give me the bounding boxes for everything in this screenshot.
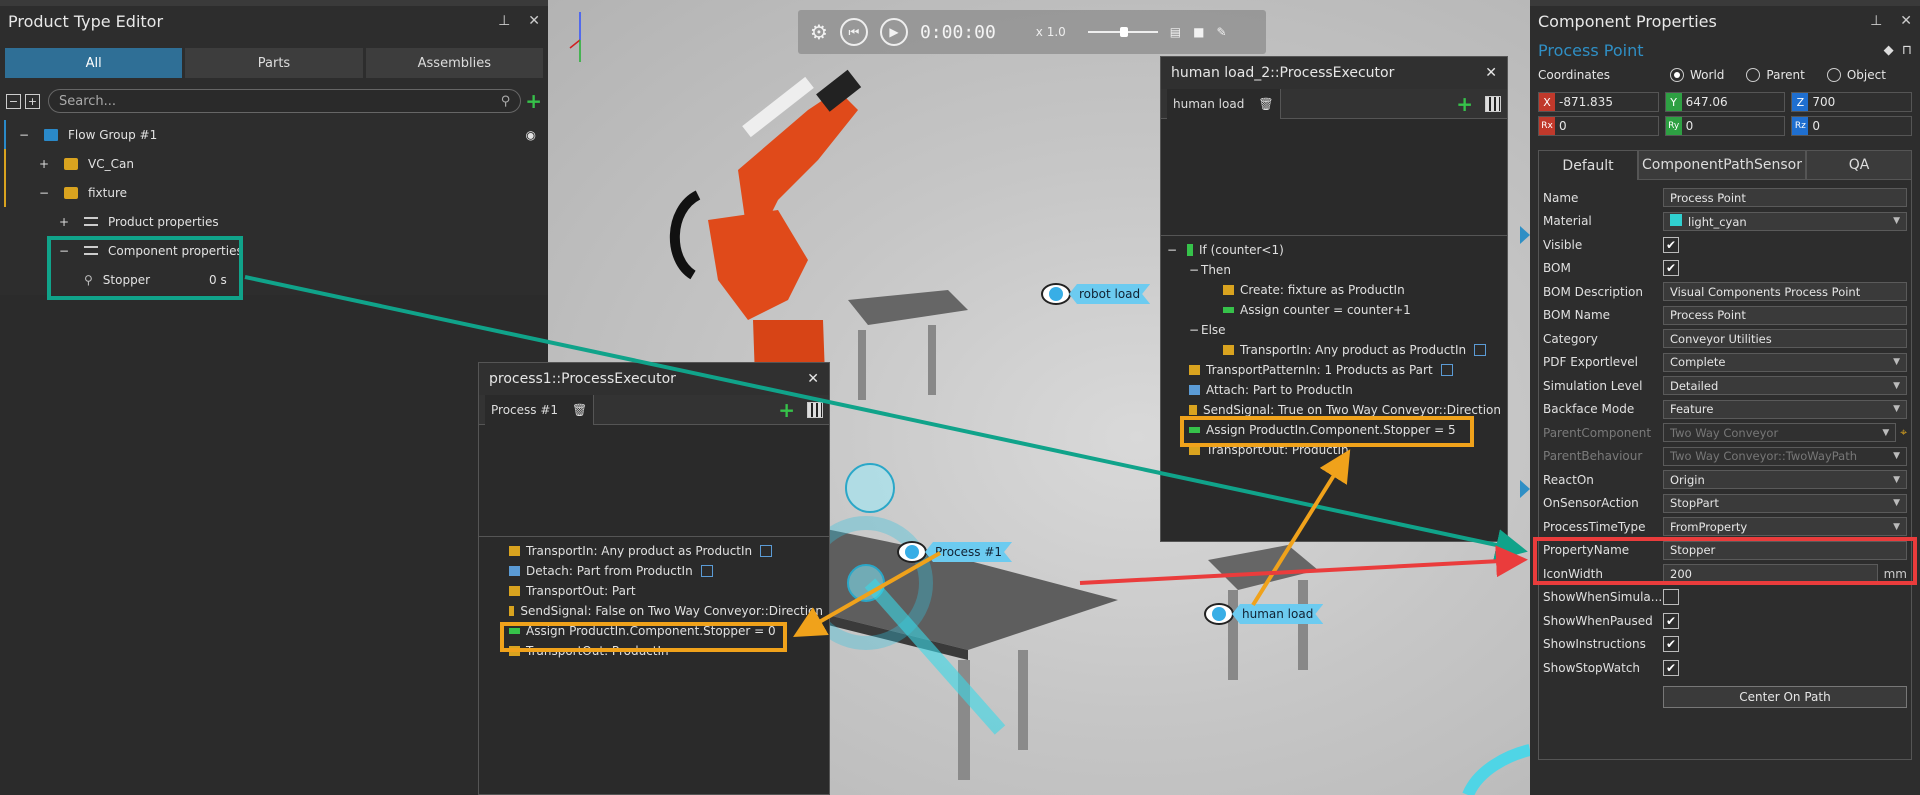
annotation-arrows: [244, 275, 1528, 637]
arrow-green: [244, 275, 1528, 561]
arrow-red: [1079, 545, 1528, 585]
arrow-orange-human: [1251, 449, 1351, 607]
arrow-orange-process1: [793, 551, 941, 637]
